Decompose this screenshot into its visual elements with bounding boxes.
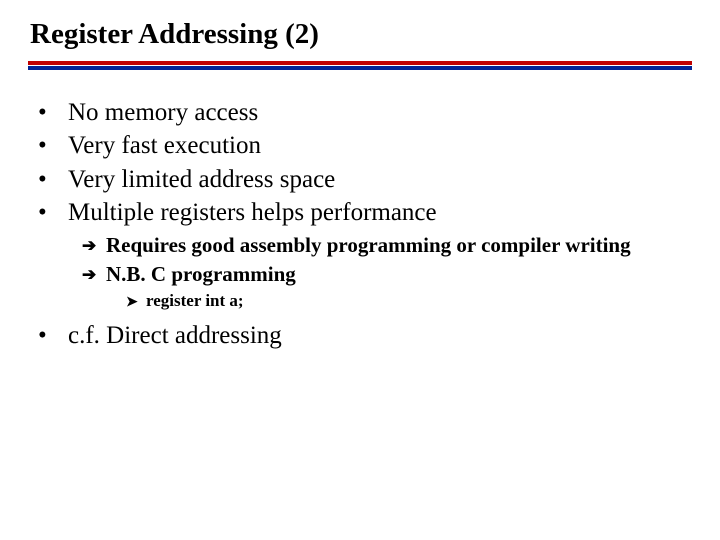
bullet-icon: • [38, 97, 68, 128]
bullet-icon: • [38, 130, 68, 161]
sublist: ➔ Requires good assembly programming or … [82, 232, 692, 312]
list-item-text: c.f. Direct addressing [68, 320, 282, 351]
bullet-icon: • [38, 320, 68, 351]
list-item: • No memory access [38, 97, 692, 128]
divider-red [28, 61, 692, 65]
list-item-text: Requires good assembly programming or co… [106, 232, 631, 259]
bullet-icon: • [38, 197, 68, 228]
list-item: • c.f. Direct addressing [38, 320, 692, 351]
list-item-text: N.B. C programming [106, 261, 296, 288]
arrow-icon: ➔ [82, 235, 106, 262]
list-item-text: Very limited address space [68, 164, 335, 195]
bullet-icon: • [38, 164, 68, 195]
divider-rule [28, 61, 692, 69]
list-item: ➔ Requires good assembly programming or … [82, 232, 692, 259]
slide: Register Addressing (2) • No memory acce… [0, 0, 720, 540]
list-item: • Multiple registers helps performance [38, 197, 692, 228]
list-item: • Very fast execution [38, 130, 692, 161]
list-item-text: Very fast execution [68, 130, 261, 161]
divider-blue [28, 66, 692, 70]
arrow-icon: ➔ [82, 264, 106, 291]
list-item-text: No memory access [68, 97, 258, 128]
slide-title: Register Addressing (2) [30, 18, 692, 51]
arrow-small-icon: ➤ [126, 292, 146, 314]
list-item: ➤ register int a; [126, 290, 692, 312]
slide-body: • No memory access • Very fast execution… [38, 97, 692, 351]
list-item: • Very limited address space [38, 164, 692, 195]
subsublist: ➤ register int a; [126, 290, 692, 312]
list-item-text: register int a; [146, 290, 244, 312]
list-item: ➔ N.B. C programming [82, 261, 692, 288]
list-item-text: Multiple registers helps performance [68, 197, 437, 228]
